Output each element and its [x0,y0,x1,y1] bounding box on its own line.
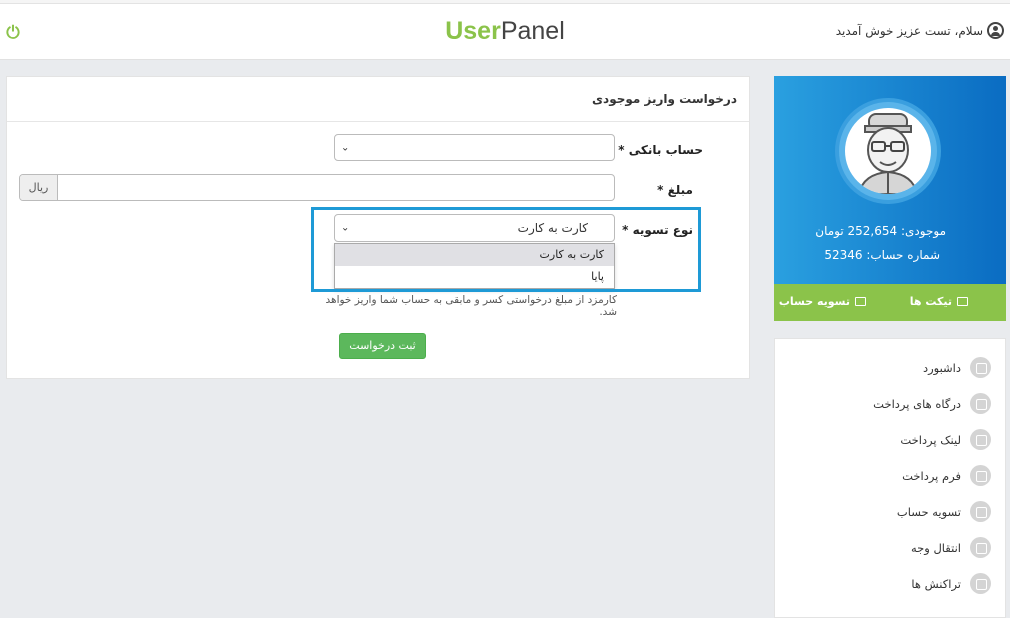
logo-panel: Panel [500,17,565,45]
sidebar-item-dashboard[interactable]: داشبورد [923,357,991,378]
page-title: درخواست واریز موجودی [592,92,737,106]
sidebar-item-payment-form[interactable]: فرم پرداخت [902,465,991,486]
envelope-icon [957,297,968,306]
sidebar-item-label: فرم پرداخت [902,468,961,483]
sidebar-nav: داشبورد درگاه های پرداخت لینک پرداخت فرم… [774,338,1006,618]
avatar-image [845,108,931,194]
tickets-button[interactable]: تیکت ها [910,295,968,308]
greeting-text: سلام، تست عزیز خوش آمدید [835,23,983,38]
share-icon [970,393,991,414]
sidebar-item-label: انتقال وجه [910,540,961,555]
tickets-label: تیکت ها [909,295,952,308]
list-icon [970,573,991,594]
avatar [835,98,941,204]
settle-button[interactable]: تسویه حساب [779,295,866,308]
money-icon [855,297,866,306]
greeting: سلام، تست عزیز خوش آمدید [836,22,1004,39]
link-icon [970,429,991,450]
balance-text: موجودی: 252,654 تومان [815,224,946,238]
dashboard-icon [970,357,991,378]
card-icon [970,501,991,522]
sidebar-item-label: لینک پرداخت [900,432,961,447]
settle-label: تسویه حساب [778,295,850,308]
logo-user: User [445,17,501,45]
check-square-icon [970,465,991,486]
amount-input[interactable] [58,175,614,200]
header: ⏻ UserPanel سلام، تست عزیز خوش آمدید [0,4,1010,60]
currency-addon: ریال [20,175,58,200]
sidebar-item-label: درگاه های پرداخت [873,396,961,411]
submit-button[interactable]: ثبت درخواست [339,333,426,359]
profile-actions: تیکت ها تسویه حساب [774,284,1006,321]
bank-account-label: حساب بانکی * [618,143,703,157]
divider [7,121,749,122]
help-text: کارمزد از مبلغ درخواستی کسر و مابقی به ح… [325,294,617,318]
withdraw-form-card: درخواست واریز موجودی حساب بانکی * ⌄ مبلغ… [6,76,750,379]
sidebar-item-label: داشبورد [922,360,961,375]
credit-card-icon [970,537,991,558]
amount-input-group: ریال [19,174,615,201]
profile-card: موجودی: 252,654 تومان شماره حساب: 52346 [774,76,1006,284]
sidebar-item-transfer[interactable]: انتقال وجه [911,537,991,558]
amount-label: مبلغ * [657,183,693,197]
sidebar-item-payment-link[interactable]: لینک پرداخت [900,429,991,450]
sidebar-item-label: تسویه حساب [896,504,961,519]
sidebar-item-gateways[interactable]: درگاه های پرداخت [873,393,991,414]
sidebar-item-transactions[interactable]: تراکنش ها [911,573,991,594]
sidebar-item-settlement[interactable]: تسویه حساب [897,501,991,522]
chevron-down-icon: ⌄ [341,142,350,153]
bank-account-select[interactable]: ⌄ [334,134,615,161]
highlight-box [311,207,701,292]
sidebar-item-label: تراکنش ها [911,576,961,591]
user-icon [987,22,1004,39]
account-number: شماره حساب: 52346 [824,248,940,262]
